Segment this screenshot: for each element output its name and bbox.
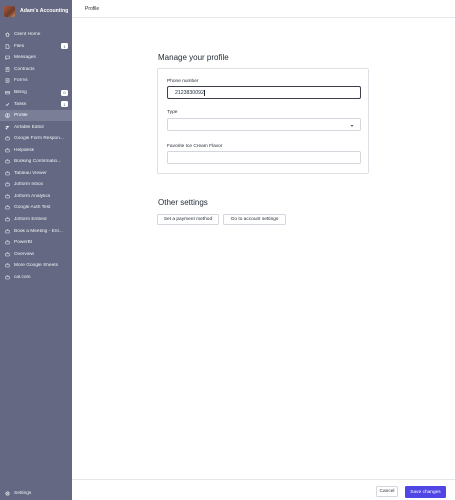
billing-icon [5, 90, 10, 95]
app-icon [5, 182, 10, 187]
sidebar-item-jotform-inbox[interactable]: Jotform Inbox [0, 179, 72, 191]
ice-cream-flavor-input[interactable] [167, 151, 361, 164]
contract-icon [5, 67, 10, 72]
sidebar-item-files[interactable]: Files 1 [0, 41, 72, 53]
sidebar-item-label: Overview [14, 251, 34, 257]
app-icon [5, 275, 10, 280]
sidebar-item-cal-com[interactable]: cal.com [0, 271, 72, 283]
phone-number-value: 2123830092 [175, 89, 204, 96]
sidebar-item-tableau-viewer[interactable]: Tableau Viewer [0, 168, 72, 180]
count-badge: 1 [61, 101, 68, 108]
sidebar-item-google-auth-test[interactable]: Google Auth Test [0, 202, 72, 214]
sidebar-item-label: Tableau Viewer [14, 170, 47, 176]
sidebar-item-jotform-embed[interactable]: Jotform Embed [0, 214, 72, 226]
profile-card: Phone number 2123830092 Type Favorite Ic… [157, 68, 369, 174]
sidebar-item-label: Files [14, 43, 25, 49]
sidebar-item-label: Tasks [14, 101, 27, 107]
type-select[interactable] [167, 118, 361, 131]
sidebar-item-google-form-respon[interactable]: Google Form Respon... [0, 133, 72, 145]
app-icon [5, 240, 10, 245]
text-caret [204, 89, 205, 96]
app-icon [5, 171, 10, 176]
form-icon [5, 78, 10, 83]
sidebar-item-forms[interactable]: Forms [0, 75, 72, 87]
app-icon [5, 229, 10, 234]
sidebar-item-label: Contracts [14, 66, 35, 72]
sidebar-item-tasks[interactable]: Tasks 1 [0, 98, 72, 110]
sidebar-item-label: Jotform Analytics [14, 193, 51, 199]
sidebar-item-label: Book a Meeting - Ent... [14, 228, 63, 234]
sidebar-item-label: Forms [14, 78, 28, 84]
other-settings-title: Other settings [158, 198, 208, 207]
app-icon [5, 205, 10, 210]
company-name: Adam's Accounting [20, 8, 69, 14]
cancel-button[interactable]: Cancel [376, 486, 398, 497]
tasks-icon [5, 102, 10, 107]
sidebar-item-label: Airtable Editor [14, 124, 45, 130]
sidebar: Adam's Accounting Client Home Files 1 Messa… [0, 0, 72, 500]
chat-icon [5, 55, 10, 61]
app-icon [5, 252, 10, 257]
sidebar-item-airtable-editor[interactable]: Airtable Editor [0, 121, 72, 133]
file-icon [5, 44, 10, 49]
sidebar-item-label: Google Auth Test [14, 205, 51, 211]
sidebar-item-client-home[interactable]: Client Home [0, 29, 72, 41]
app-icon [5, 217, 10, 222]
sidebar-item-powerbi[interactable]: PowerBI [0, 237, 72, 249]
sidebar-item-overview[interactable]: Overview [0, 248, 72, 260]
sidebar-item-messages[interactable]: Messages [0, 52, 72, 64]
airtable-icon [5, 125, 10, 130]
flavor-label: Favorite Ice Cream Flavor [167, 144, 223, 149]
sidebar-item-helpdesk[interactable]: Helpdesk [0, 144, 72, 156]
phone-number-input[interactable]: 2123830092 [167, 86, 361, 99]
sidebar-item-label: Helpdesk [14, 147, 34, 153]
sidebar-item-jotform-analytics[interactable]: Jotform Analytics [0, 191, 72, 203]
set-payment-method-button[interactable]: Set a payment method [157, 214, 219, 225]
sidebar-item-label: Billing [14, 90, 27, 95]
brand[interactable]: Adam's Accounting [4, 5, 68, 17]
save-changes-button[interactable]: Save changes [405, 486, 446, 498]
phone-label: Phone number [167, 79, 199, 84]
app-icon [5, 136, 10, 141]
count-badge: 0 [61, 89, 68, 96]
sidebar-nav: Client Home Files 1 Messages Contracts Forms B… [0, 29, 72, 283]
sidebar-item-billing[interactable]: Billing 0 [0, 87, 72, 99]
account-settings-button[interactable]: Go to account settings [223, 214, 286, 225]
sidebar-item-label: Settings [14, 491, 32, 496]
sidebar-item-label: cal.com [14, 274, 31, 280]
profile-section-title: Manage your profile [158, 53, 229, 62]
sidebar-item-settings[interactable]: Settings [5, 491, 31, 496]
sidebar-item-label: Jotform Embed [14, 217, 47, 223]
page-title: Profile [85, 6, 100, 12]
top-bar: Profile [72, 0, 455, 18]
sidebar-item-profile[interactable]: Profile [0, 109, 72, 122]
app-icon [5, 148, 10, 153]
count-badge: 1 [61, 43, 68, 50]
sidebar-item-label: More Google Sheets [14, 263, 58, 269]
sidebar-item-contracts[interactable]: Contracts [0, 64, 72, 76]
sidebar-item-more-google-sheets[interactable]: More Google Sheets [0, 260, 72, 272]
gear-icon [5, 491, 10, 496]
profile-icon [5, 113, 10, 118]
sidebar-item-book-a-meeting-ent[interactable]: Book a Meeting - Ent... [0, 225, 72, 237]
sidebar-item-label: Jotform Inbox [14, 182, 44, 188]
sidebar-item-booking-confirmatio[interactable]: Booking Confirmatio... [0, 156, 72, 168]
app-icon [5, 159, 10, 164]
chevron-down-icon [350, 124, 354, 128]
sidebar-item-label: PowerBI [14, 240, 33, 246]
app-icon [5, 263, 10, 268]
sidebar-item-label: Booking Confirmatio... [14, 159, 62, 165]
app-icon [5, 194, 10, 199]
home-icon [5, 32, 10, 37]
sidebar-item-label: Profile [14, 113, 28, 119]
company-logo [4, 5, 15, 17]
sidebar-item-label: Google Form Respon... [14, 136, 64, 142]
sidebar-item-label: Messages [14, 55, 36, 61]
type-label: Type [167, 110, 178, 115]
sidebar-item-label: Client Home [14, 32, 41, 38]
